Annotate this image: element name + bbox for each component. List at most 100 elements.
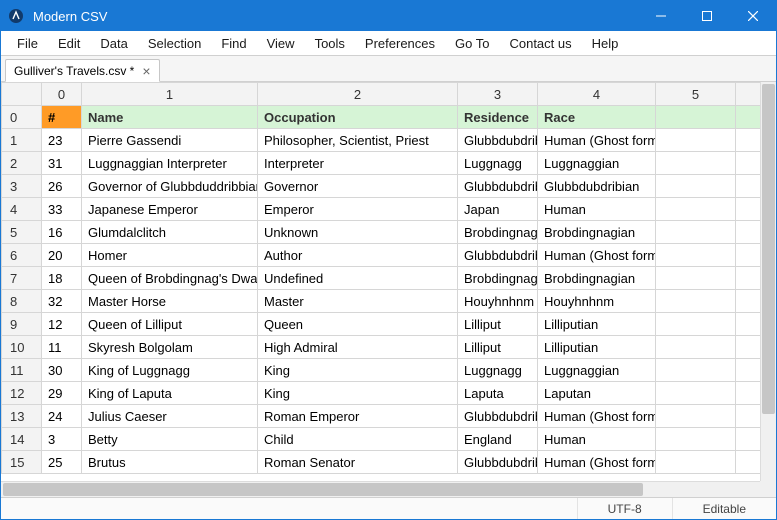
cell[interactable]: Laputan <box>538 382 656 405</box>
header-cell[interactable]: # <box>42 106 82 129</box>
menu-file[interactable]: File <box>7 33 48 54</box>
header-cell[interactable]: Residence <box>458 106 538 129</box>
cell[interactable] <box>736 313 761 336</box>
cell[interactable]: Brobdingnag <box>458 221 538 244</box>
cell[interactable]: Japanese Emperor <box>82 198 258 221</box>
cell[interactable]: Human <box>538 198 656 221</box>
header-cell[interactable] <box>736 106 761 129</box>
menu-contact-us[interactable]: Contact us <box>499 33 581 54</box>
cell[interactable]: Houyhnhnm <box>538 290 656 313</box>
maximize-button[interactable] <box>684 1 730 31</box>
cell[interactable]: Houyhnhnm <box>458 290 538 313</box>
column-header[interactable]: 4 <box>538 83 656 106</box>
cell[interactable]: Queen <box>258 313 458 336</box>
cell[interactable]: Japan <box>458 198 538 221</box>
cell[interactable]: England <box>458 428 538 451</box>
cell[interactable]: Pierre Gassendi <box>82 129 258 152</box>
vertical-scroll-thumb[interactable] <box>762 84 775 414</box>
corner-cell[interactable] <box>2 83 42 106</box>
cell[interactable]: Luggnagg <box>458 152 538 175</box>
menu-tools[interactable]: Tools <box>305 33 355 54</box>
cell[interactable]: 16 <box>42 221 82 244</box>
cell[interactable] <box>736 428 761 451</box>
cell[interactable] <box>736 336 761 359</box>
status-mode[interactable]: Editable <box>672 498 776 519</box>
cell[interactable]: Human (Ghost form) <box>538 405 656 428</box>
cell[interactable]: Homer <box>82 244 258 267</box>
cell[interactable] <box>656 336 736 359</box>
cell[interactable]: Human (Ghost form) <box>538 451 656 474</box>
cell[interactable]: Brutus <box>82 451 258 474</box>
cell[interactable] <box>656 313 736 336</box>
cell[interactable]: Queen of Lilliput <box>82 313 258 336</box>
cell[interactable]: Glubbdubdrib <box>458 129 538 152</box>
cell[interactable] <box>656 244 736 267</box>
cell[interactable]: King <box>258 382 458 405</box>
column-header[interactable]: 3 <box>458 83 538 106</box>
cell[interactable]: Master Horse <box>82 290 258 313</box>
cell[interactable]: 32 <box>42 290 82 313</box>
cell[interactable]: Emperor <box>258 198 458 221</box>
cell[interactable]: Skyresh Bolgolam <box>82 336 258 359</box>
cell[interactable]: 12 <box>42 313 82 336</box>
cell[interactable]: 25 <box>42 451 82 474</box>
cell[interactable] <box>736 198 761 221</box>
menu-help[interactable]: Help <box>582 33 629 54</box>
cell[interactable] <box>736 244 761 267</box>
cell[interactable]: Philosopher, Scientist, Priest <box>258 129 458 152</box>
cell[interactable]: Unknown <box>258 221 458 244</box>
cell[interactable]: 31 <box>42 152 82 175</box>
cell[interactable] <box>656 405 736 428</box>
header-cell[interactable]: Race <box>538 106 656 129</box>
cell[interactable]: Glumdalclitch <box>82 221 258 244</box>
cell[interactable]: Brobdingnag <box>458 267 538 290</box>
close-icon[interactable]: × <box>142 64 150 78</box>
cell[interactable]: Luggnaggian Interpreter <box>82 152 258 175</box>
cell[interactable] <box>736 175 761 198</box>
menu-data[interactable]: Data <box>90 33 137 54</box>
cell[interactable]: Lilliputian <box>538 313 656 336</box>
cell[interactable] <box>736 359 761 382</box>
column-header[interactable]: 5 <box>656 83 736 106</box>
cell[interactable]: High Admiral <box>258 336 458 359</box>
cell[interactable] <box>656 359 736 382</box>
row-header[interactable]: 3 <box>2 175 42 198</box>
row-header[interactable]: 11 <box>2 359 42 382</box>
header-cell[interactable]: Occupation <box>258 106 458 129</box>
status-encoding[interactable]: UTF-8 <box>577 498 672 519</box>
cell[interactable]: Lilliputian <box>538 336 656 359</box>
cell[interactable] <box>736 451 761 474</box>
close-button[interactable] <box>730 1 776 31</box>
row-header[interactable]: 13 <box>2 405 42 428</box>
row-header[interactable]: 9 <box>2 313 42 336</box>
cell[interactable]: King <box>258 359 458 382</box>
cell[interactable]: 30 <box>42 359 82 382</box>
cell[interactable]: Lilliput <box>458 336 538 359</box>
column-header[interactable]: 0 <box>42 83 82 106</box>
cell[interactable]: 24 <box>42 405 82 428</box>
cell[interactable] <box>736 267 761 290</box>
cell[interactable]: Human (Ghost form) <box>538 244 656 267</box>
column-header-extra[interactable] <box>736 83 761 106</box>
cell[interactable]: Author <box>258 244 458 267</box>
cell[interactable]: King of Luggnagg <box>82 359 258 382</box>
file-tab[interactable]: Gulliver's Travels.csv * × <box>5 59 160 82</box>
cell[interactable]: Governor of Glubbduddribbian <box>82 175 258 198</box>
cell[interactable]: Glubbdubdrib <box>458 405 538 428</box>
row-header[interactable]: 6 <box>2 244 42 267</box>
cell[interactable]: 20 <box>42 244 82 267</box>
cell[interactable]: Governor <box>258 175 458 198</box>
cell[interactable]: Roman Emperor <box>258 405 458 428</box>
cell[interactable] <box>656 129 736 152</box>
cell[interactable]: Julius Caeser <box>82 405 258 428</box>
cell[interactable]: Glubbdubdrib <box>458 175 538 198</box>
row-header[interactable]: 15 <box>2 451 42 474</box>
row-header[interactable]: 14 <box>2 428 42 451</box>
cell[interactable]: Human <box>538 428 656 451</box>
cell[interactable]: Queen of Brobdingnag's Dwarf <box>82 267 258 290</box>
cell[interactable] <box>656 382 736 405</box>
cell[interactable]: Brobdingnagian <box>538 221 656 244</box>
cell[interactable]: Brobdingnagian <box>538 267 656 290</box>
cell[interactable]: Glubbdubdribian <box>538 175 656 198</box>
cell[interactable]: 18 <box>42 267 82 290</box>
